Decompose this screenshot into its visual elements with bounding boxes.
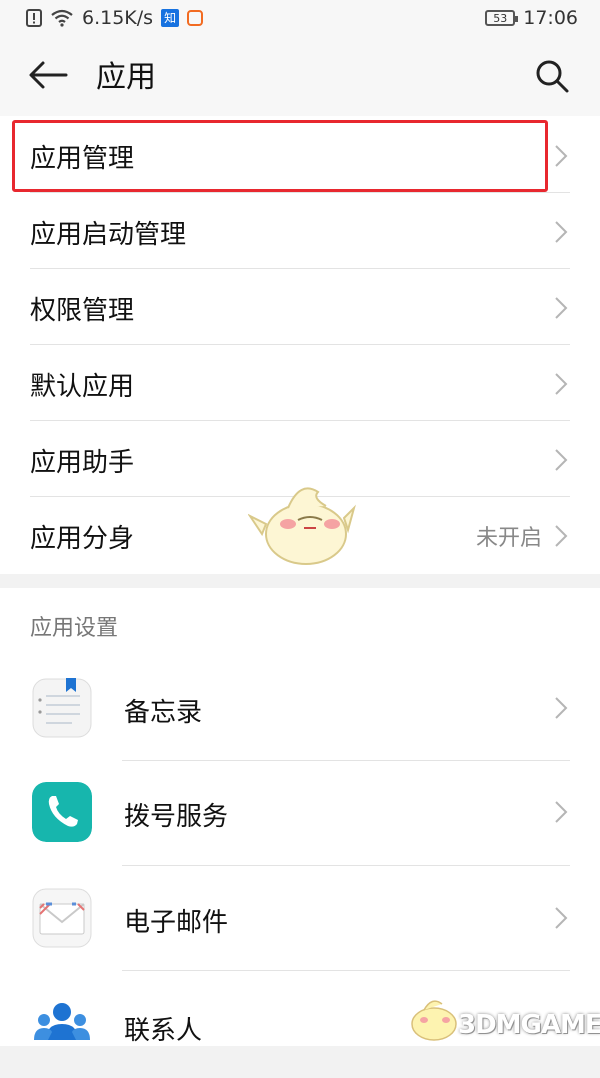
mascot-sticker-icon — [248, 487, 356, 565]
chevron-right-icon — [555, 145, 568, 167]
chevron-right-icon — [555, 525, 568, 547]
section-header: 应用设置 — [30, 616, 119, 641]
app-item-dialer[interactable]: 拨号服务 — [0, 760, 600, 866]
app-item-memo[interactable]: 备忘录 — [0, 656, 600, 762]
menu-item-label: 默认应用 — [30, 371, 135, 402]
battery-icon: 53 — [485, 10, 519, 26]
app-item-label: 联系人 — [124, 1016, 203, 1046]
back-arrow-icon[interactable] — [28, 60, 68, 90]
status-right: 53 17:06 — [485, 7, 578, 29]
app-item-label: 拨号服务 — [124, 802, 229, 832]
chevron-right-icon — [555, 221, 568, 243]
menu-item-default-apps[interactable]: 默认应用 — [0, 346, 600, 422]
divider — [30, 420, 570, 421]
app-notification-icon — [187, 10, 204, 26]
chevron-right-icon — [555, 449, 568, 471]
menu-item-label: 应用启动管理 — [30, 219, 187, 250]
contacts-icon — [34, 1003, 90, 1040]
status-bar: 6.15K/s 知 53 17:06 — [0, 0, 600, 36]
menu-item-label: 应用分身 — [30, 523, 135, 554]
chevron-right-icon — [555, 801, 568, 823]
network-speed: 6.15K/s — [82, 7, 154, 29]
menu-item-label: 权限管理 — [30, 295, 135, 326]
alert-icon — [26, 9, 42, 27]
watermark-text: 3DMGAME — [458, 1010, 600, 1040]
menu-item-startup-management[interactable]: 应用启动管理 — [0, 194, 600, 270]
app-item-label: 备忘录 — [124, 698, 203, 728]
menu-item-label: 应用助手 — [30, 447, 135, 478]
menu-item-permission-management[interactable]: 权限管理 — [0, 270, 600, 346]
search-icon[interactable] — [534, 58, 570, 94]
app-item-label: 电子邮件 — [124, 908, 229, 938]
wifi-icon — [51, 9, 73, 27]
chevron-right-icon — [555, 297, 568, 319]
status-left: 6.15K/s 知 — [26, 7, 204, 29]
clock: 17:06 — [523, 7, 578, 29]
app-twin-status: 未开启 — [475, 526, 542, 551]
divider — [122, 970, 570, 971]
app-item-email[interactable]: 电子邮件 — [0, 866, 600, 972]
highlight-annotation — [12, 120, 548, 192]
page-title: 应用 — [96, 60, 156, 95]
chevron-right-icon — [555, 907, 568, 929]
divider — [30, 192, 570, 193]
chevron-right-icon — [555, 697, 568, 719]
watermark-mascot-icon — [411, 1000, 457, 1041]
divider — [30, 268, 570, 269]
app-bar: 应用 — [0, 36, 600, 116]
divider — [30, 344, 570, 345]
memo-icon — [32, 678, 92, 738]
battery-level: 53 — [493, 11, 508, 25]
phone-icon — [32, 782, 92, 842]
chevron-right-icon — [555, 373, 568, 395]
email-icon — [32, 888, 92, 948]
zhihu-notification-icon: 知 — [161, 9, 180, 27]
